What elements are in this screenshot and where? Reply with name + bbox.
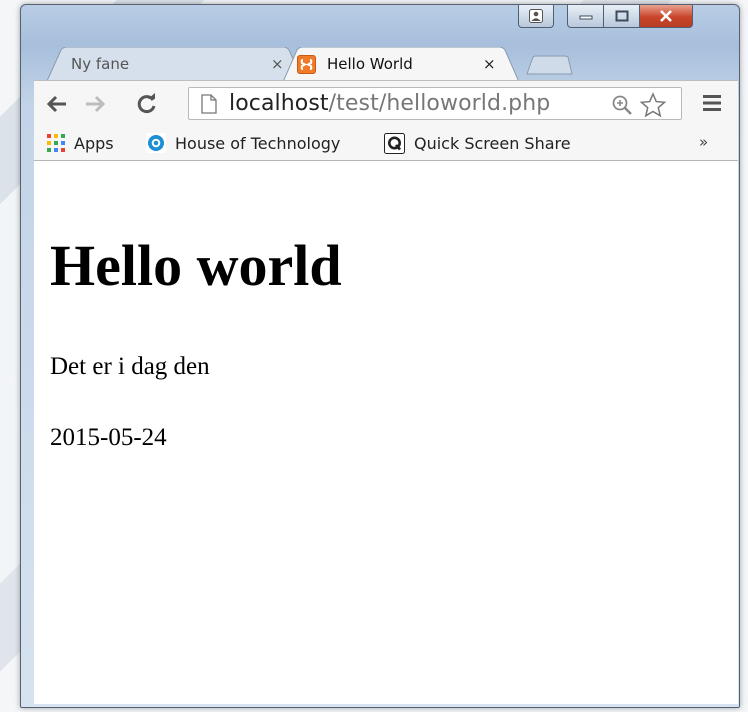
tab-hello-world[interactable]: Hello World ×: [283, 47, 519, 82]
tab-close-icon[interactable]: ×: [271, 55, 284, 73]
bookmarks-overflow-chevron-icon[interactable]: »: [699, 133, 708, 151]
menu-icon[interactable]: [702, 93, 722, 113]
tab-close-icon[interactable]: ×: [483, 55, 496, 73]
back-arrow-icon: [46, 95, 66, 113]
close-window-button[interactable]: [639, 5, 693, 28]
url-text[interactable]: localhost/test/helloworld.php: [229, 91, 550, 116]
hot-icon: [146, 133, 166, 153]
zoom-icon[interactable]: [611, 94, 633, 116]
toolbar: localhost/test/helloworld.php: [34, 80, 738, 126]
minimize-button[interactable]: [567, 5, 605, 28]
browser-window: Ny fane × Hello World × localhost/test/h…: [20, 4, 740, 708]
address-bar[interactable]: localhost/test/helloworld.php: [188, 87, 682, 120]
bookmark-label: Quick Screen Share: [414, 133, 571, 153]
page-paragraph-2: 2015-05-24: [50, 424, 167, 451]
close-icon: [660, 10, 672, 22]
forward-button[interactable]: [82, 91, 108, 117]
forward-arrow-icon: [86, 95, 106, 113]
user-profile-button[interactable]: [518, 5, 554, 28]
tab-ny-fane[interactable]: Ny fane ×: [47, 47, 303, 81]
bookmark-label: House of Technology: [175, 133, 341, 153]
back-button[interactable]: [44, 91, 70, 117]
apps-grid-icon: [47, 134, 65, 152]
bookmark-quick-screen-share[interactable]: Quick Screen Share: [384, 132, 571, 154]
page-viewport: Hello world Det er i dag den 2015-05-24: [34, 161, 738, 704]
bookmark-apps[interactable]: Apps: [47, 132, 114, 154]
tab-label: Hello World: [327, 55, 413, 73]
new-tab-button[interactable]: [525, 55, 573, 75]
maximize-icon: [615, 10, 629, 22]
reload-button[interactable]: [134, 91, 160, 117]
page-icon: [201, 94, 217, 114]
url-host: localhost: [229, 91, 329, 116]
tab-label: Ny fane: [71, 55, 130, 73]
star-icon[interactable]: [639, 92, 667, 118]
bookmark-house-of-technology[interactable]: House of Technology: [146, 132, 340, 154]
page-paragraph-1: Det er i dag den: [50, 353, 210, 380]
xampp-favicon-icon: [297, 55, 316, 74]
bookmarks-bar: Apps House of Technology Quick Screen Sh…: [34, 126, 738, 161]
reload-icon: [137, 93, 156, 114]
page-heading: Hello world: [50, 233, 342, 298]
maximize-button[interactable]: [603, 5, 641, 28]
bookmark-label: Apps: [74, 133, 114, 153]
minimize-icon: [579, 15, 593, 20]
url-path: /test/helloworld.php: [328, 91, 551, 116]
user-icon: [529, 9, 543, 23]
q-icon: [384, 132, 405, 154]
